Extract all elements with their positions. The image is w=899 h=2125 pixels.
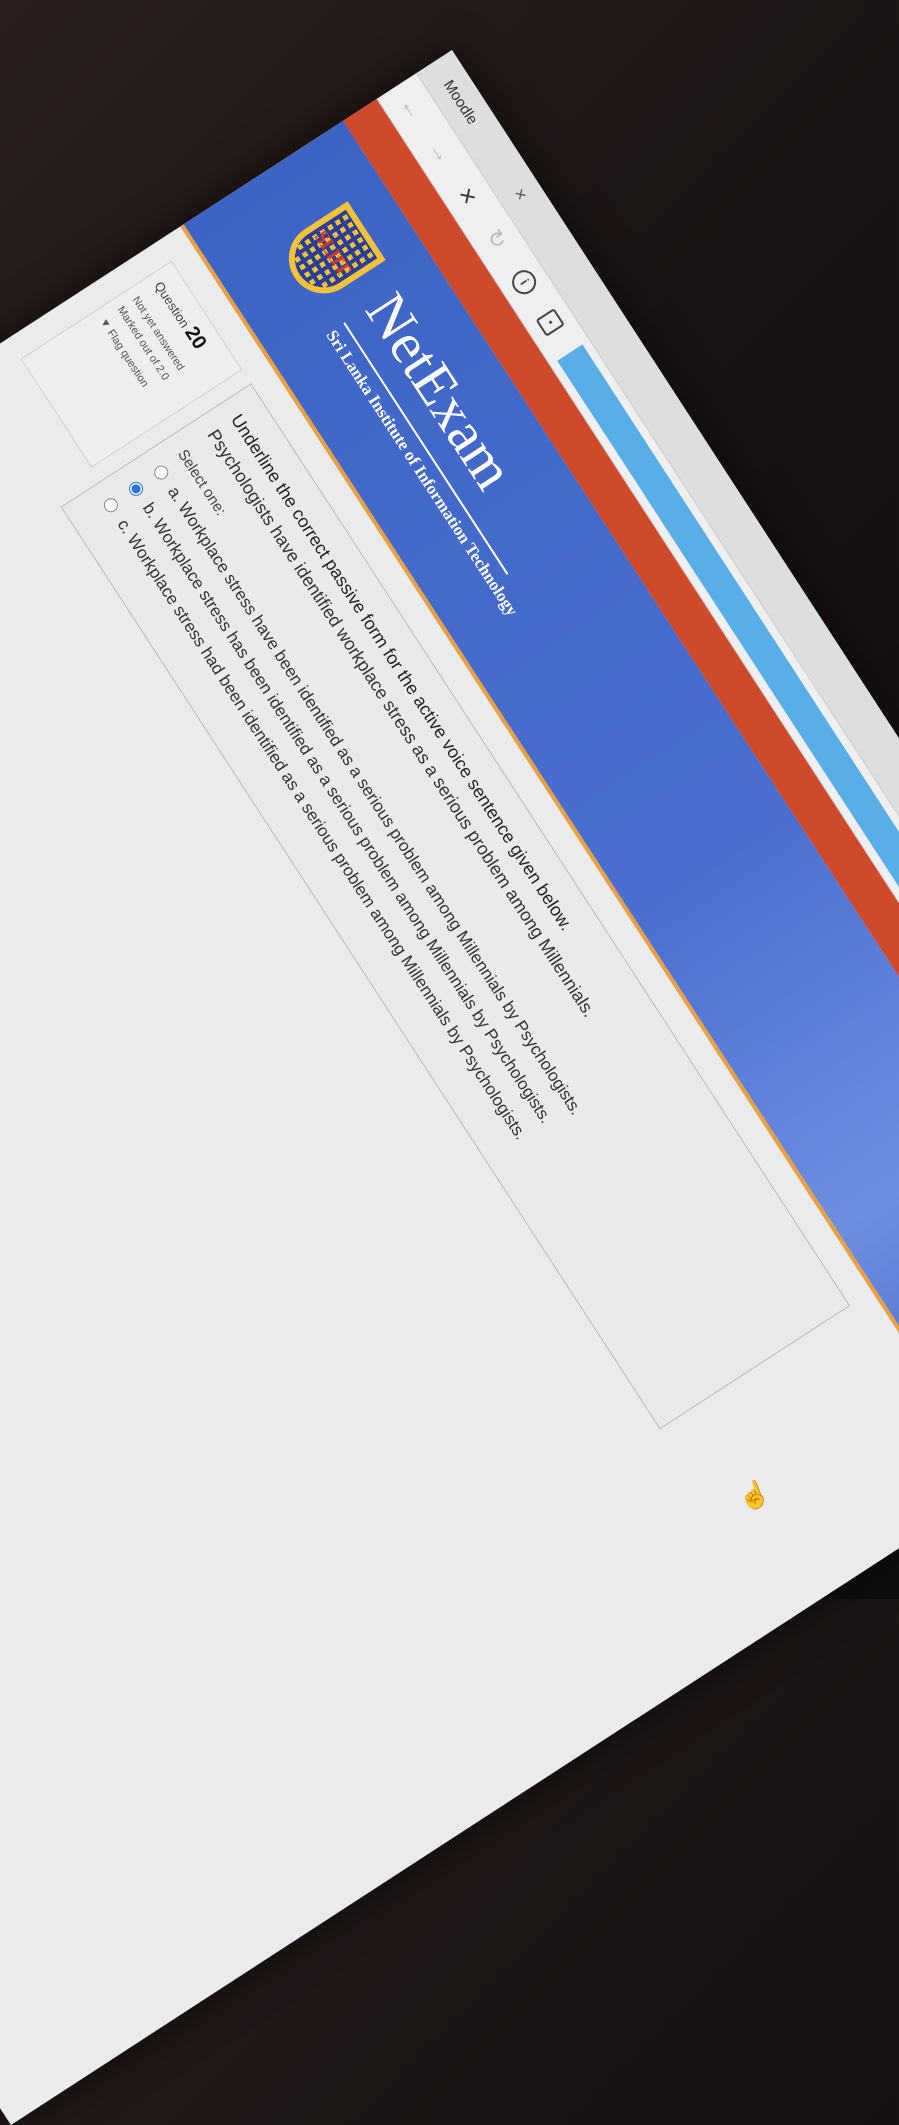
- radio-option-c[interactable]: [101, 495, 121, 515]
- tab-close-icon[interactable]: ×: [509, 184, 533, 204]
- laptop-screen: Moodle × ← → × ↻ i ▪ SLIIT NetExam Sri L…: [0, 50, 899, 2125]
- lock-icon[interactable]: ▪: [535, 308, 565, 337]
- stop-icon[interactable]: ×: [448, 176, 488, 215]
- reload-icon[interactable]: ↻: [478, 221, 514, 257]
- question-number-value: 20: [180, 322, 211, 354]
- site-info-icon[interactable]: i: [507, 265, 541, 299]
- sliit-logo: SLIIT: [275, 201, 386, 307]
- back-arrow-icon[interactable]: ←: [393, 91, 429, 127]
- radio-option-b[interactable]: [126, 479, 146, 499]
- tab-title: Moodle: [440, 76, 482, 128]
- forward-arrow-icon[interactable]: →: [422, 134, 458, 170]
- radio-option-a[interactable]: [151, 462, 171, 483]
